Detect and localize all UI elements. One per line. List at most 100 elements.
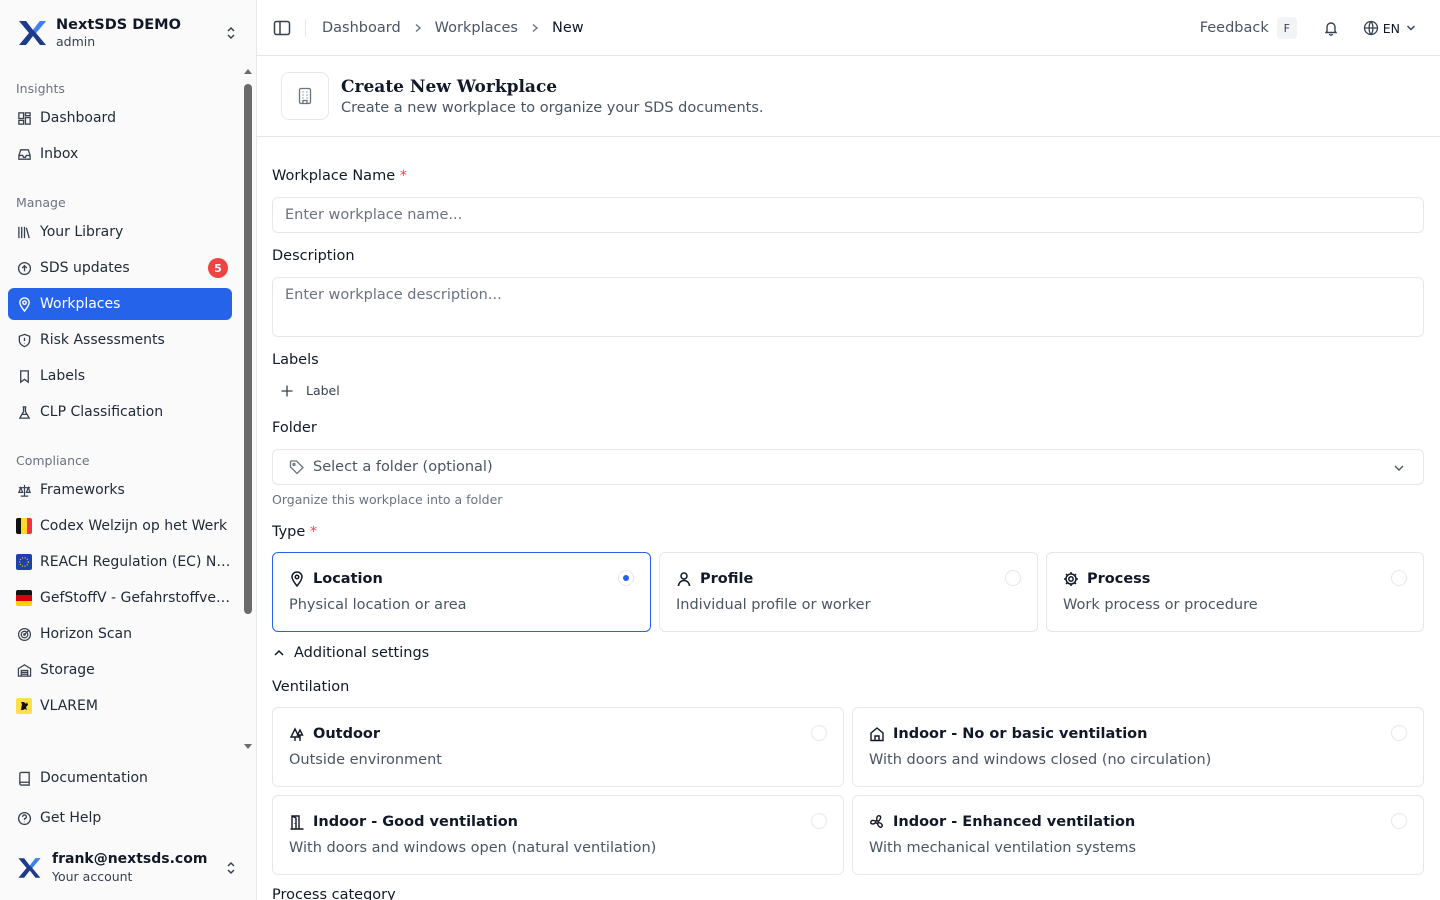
sidebar-item-gefstoffv[interactable]: GefStoffV - Gefahrstoffverordnung bbox=[8, 582, 232, 614]
type-desc: Individual profile or worker bbox=[676, 597, 871, 613]
sidebar: NextSDS DEMO admin Insights Dashboard In… bbox=[0, 0, 257, 900]
sidebar-item-library[interactable]: Your Library bbox=[8, 216, 232, 248]
ventilation-title: Indoor - No or basic ventilation bbox=[893, 726, 1148, 742]
sidebar-item-documentation[interactable]: Documentation bbox=[8, 762, 232, 794]
sidebar-item-dashboard[interactable]: Dashboard bbox=[8, 102, 232, 134]
add-label-text: Label bbox=[306, 383, 340, 398]
belgium-flag-icon bbox=[16, 518, 32, 534]
ventilation-desc: With doors and windows closed (no circul… bbox=[869, 752, 1212, 768]
sidebar-item-labels[interactable]: Labels bbox=[8, 360, 232, 392]
scroll-thumb[interactable] bbox=[244, 84, 252, 614]
sidebar-item-storage[interactable]: Storage bbox=[8, 654, 232, 686]
sidebar-item-risk-assessments[interactable]: Risk Assessments bbox=[8, 324, 232, 356]
feedback-shortcut: F bbox=[1276, 17, 1297, 39]
help-circle-icon bbox=[16, 810, 32, 826]
bell-icon[interactable] bbox=[1323, 20, 1339, 36]
type-title: Profile bbox=[700, 571, 754, 587]
sidebar-item-label: Storage bbox=[40, 662, 95, 678]
additional-settings-toggle[interactable]: Additional settings bbox=[272, 645, 429, 661]
folder-select[interactable]: Select a folder (optional) bbox=[272, 449, 1424, 485]
avatar bbox=[18, 858, 41, 878]
globe-icon bbox=[1363, 20, 1378, 36]
sidebar-item-sds-updates[interactable]: SDS updates 5 bbox=[8, 252, 232, 284]
inbox-icon bbox=[16, 146, 32, 162]
type-radio-location[interactable] bbox=[618, 570, 634, 586]
workplace-name-input[interactable]: Enter workplace name... bbox=[272, 197, 1424, 233]
sidebar-item-label: SDS updates bbox=[40, 260, 130, 276]
ventilation-desc: Outside environment bbox=[289, 752, 442, 768]
sidebar-item-horizon-scan[interactable]: Horizon Scan bbox=[8, 618, 232, 650]
sidebar-item-inbox[interactable]: Inbox bbox=[8, 138, 232, 170]
type-desc: Physical location or area bbox=[289, 597, 467, 613]
ventilation-card-outdoor[interactable]: Outdoor Outside environment bbox=[272, 707, 844, 787]
ventilation-radio-no-basic[interactable] bbox=[1391, 725, 1407, 741]
scroll-up-arrow[interactable] bbox=[244, 69, 252, 74]
breadcrumb-workplaces[interactable]: Workplaces bbox=[435, 20, 518, 36]
type-radio-profile[interactable] bbox=[1005, 570, 1021, 586]
sidebar-item-frameworks[interactable]: Frameworks bbox=[8, 474, 232, 506]
account-label: Your account bbox=[52, 868, 133, 884]
sidebar-item-label: Dashboard bbox=[40, 110, 116, 126]
sidebar-scrollbar[interactable] bbox=[241, 66, 255, 756]
ventilation-radio-outdoor[interactable] bbox=[811, 725, 827, 741]
ventilation-desc: With mechanical ventilation systems bbox=[869, 840, 1137, 856]
section-manage: Manage bbox=[16, 195, 66, 210]
ventilation-card-no-basic[interactable]: Indoor - No or basic ventilation With do… bbox=[852, 707, 1424, 787]
type-card-location[interactable]: Location Physical location or area bbox=[272, 552, 651, 632]
ventilation-radio-enhanced[interactable] bbox=[1391, 813, 1407, 829]
sds-updates-badge: 5 bbox=[208, 258, 228, 278]
type-desc: Work process or procedure bbox=[1063, 597, 1258, 613]
nextsds-logo bbox=[19, 21, 46, 45]
sidebar-item-label: Labels bbox=[40, 368, 86, 384]
ventilation-radio-good[interactable] bbox=[811, 813, 827, 829]
cog-icon bbox=[1063, 571, 1079, 587]
sidebar-item-label: Horizon Scan bbox=[40, 626, 133, 642]
type-label: Type * bbox=[272, 524, 318, 540]
chevron-down-icon bbox=[1394, 465, 1404, 471]
flask-icon bbox=[16, 404, 32, 420]
sidebar-item-clp-classification[interactable]: CLP Classification bbox=[8, 396, 232, 428]
feedback-button[interactable]: Feedback bbox=[1200, 20, 1269, 36]
top-bar: Dashboard Workplaces New Feedback F EN bbox=[257, 0, 1440, 56]
flanders-flag-icon bbox=[16, 698, 32, 714]
book-icon bbox=[16, 770, 32, 786]
breadcrumb-current: New bbox=[551, 19, 584, 36]
add-label-button[interactable]: Label bbox=[280, 383, 340, 398]
page-subtitle: Create a new workplace to organize your … bbox=[341, 99, 764, 116]
org-switcher[interactable]: NextSDS DEMO admin bbox=[0, 0, 256, 66]
type-card-profile[interactable]: Profile Individual profile or worker bbox=[659, 552, 1038, 632]
ventilation-title: Indoor - Enhanced ventilation bbox=[893, 814, 1136, 830]
additional-settings-label: Additional settings bbox=[294, 645, 430, 661]
trees-icon bbox=[289, 726, 305, 742]
shield-icon bbox=[16, 332, 32, 348]
radar-icon bbox=[16, 626, 32, 642]
ventilation-card-enhanced[interactable]: Indoor - Enhanced ventilation With mecha… bbox=[852, 795, 1424, 875]
language-code: EN bbox=[1382, 20, 1400, 36]
description-textarea[interactable]: Enter workplace description... bbox=[272, 277, 1424, 337]
sidebar-item-get-help[interactable]: Get Help bbox=[8, 802, 232, 834]
account-email: frank@nextsds.com bbox=[52, 851, 208, 868]
sidebar-item-vlarem[interactable]: VLAREM bbox=[8, 690, 232, 722]
sidebar-item-reach[interactable]: REACH Regulation (EC) No 1907/2006 bbox=[8, 546, 232, 578]
sidebar-toggle-icon[interactable] bbox=[273, 19, 291, 37]
map-pin-icon bbox=[16, 296, 32, 312]
sidebar-item-label: Codex Welzijn op het Werk bbox=[40, 518, 228, 534]
sidebar-item-label: Inbox bbox=[40, 146, 79, 162]
type-card-process[interactable]: Process Work process or procedure bbox=[1046, 552, 1424, 632]
sidebar-item-codex[interactable]: Codex Welzijn op het Werk bbox=[8, 510, 232, 542]
fan-icon bbox=[869, 814, 885, 830]
breadcrumb-dashboard[interactable]: Dashboard bbox=[322, 20, 401, 36]
org-role: admin bbox=[56, 34, 96, 50]
ventilation-title: Outdoor bbox=[313, 726, 381, 742]
workplace-name-label: Workplace Name * bbox=[272, 168, 407, 184]
house-icon bbox=[869, 726, 885, 742]
chevron-right-icon bbox=[530, 23, 540, 33]
account-menu[interactable]: frank@nextsds.com Your account bbox=[0, 838, 256, 898]
type-radio-process[interactable] bbox=[1391, 570, 1407, 586]
language-selector[interactable]: EN bbox=[1363, 20, 1416, 36]
sidebar-footer-links: Documentation Get Help bbox=[0, 762, 240, 838]
sidebar-item-workplaces[interactable]: Workplaces bbox=[8, 288, 232, 320]
scroll-down-arrow[interactable] bbox=[244, 744, 252, 749]
ventilation-card-good[interactable]: Indoor - Good ventilation With doors and… bbox=[272, 795, 844, 875]
upload-circle-icon bbox=[16, 260, 32, 276]
